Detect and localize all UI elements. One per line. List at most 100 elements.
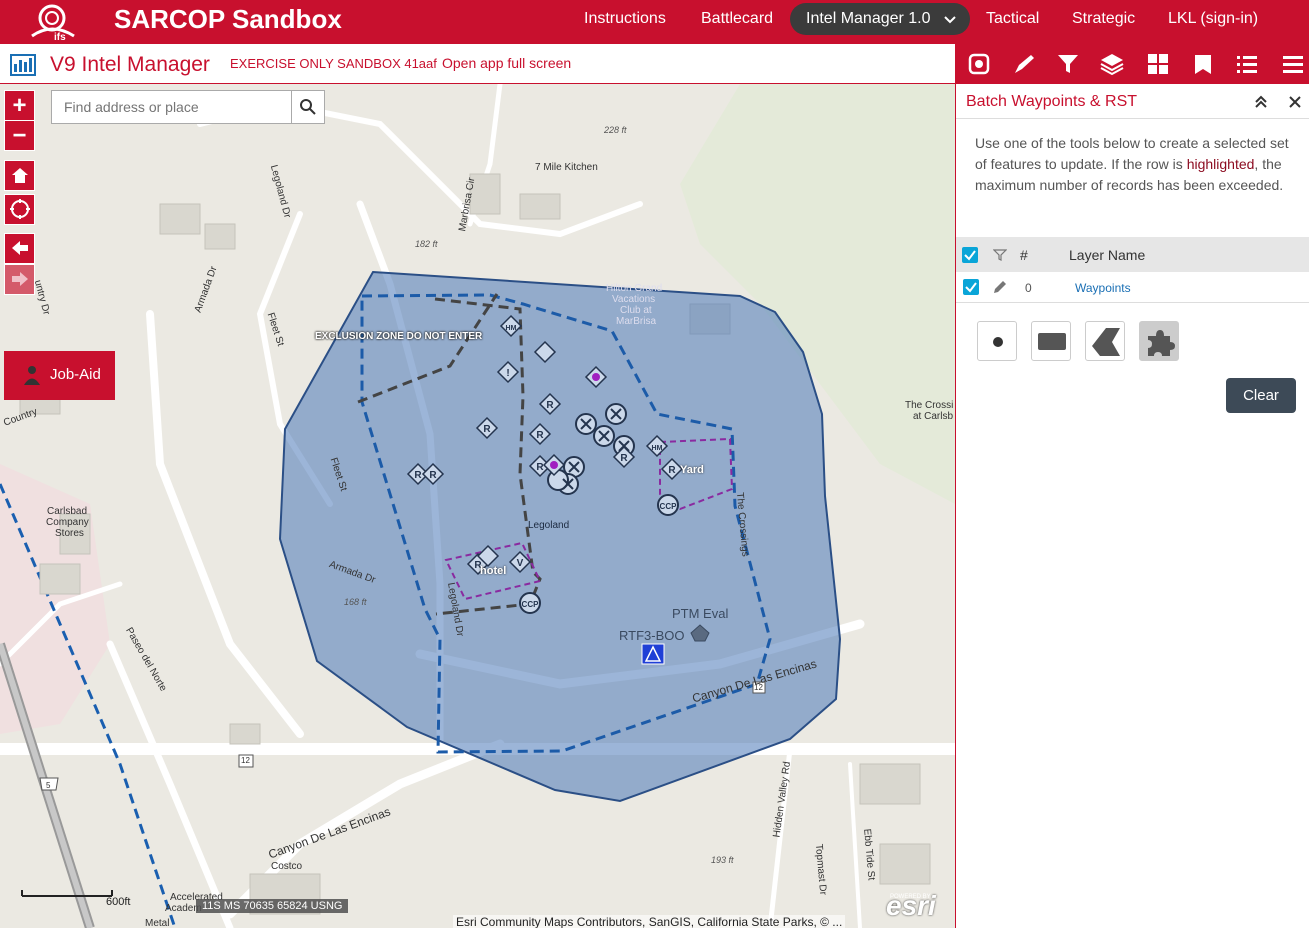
panel-description: Use one of the tools below to create a s…: [975, 133, 1295, 196]
rectangle-select-tool[interactable]: [1031, 321, 1071, 361]
home-button[interactable]: [4, 160, 35, 191]
svg-text:ifs: ifs: [54, 32, 66, 42]
route-5-shield: 5: [46, 781, 51, 790]
zoom-out-button[interactable]: −: [4, 120, 35, 151]
map-view[interactable]: RRR RRR R! R RV HM HM CCP CCP 7 Mile Kitche…: [0, 84, 955, 928]
panel-description-highlight: highlighted: [1186, 156, 1255, 172]
point-icon: [993, 337, 1003, 347]
row-layer-name[interactable]: Waypoints: [1075, 281, 1131, 295]
nav-instructions[interactable]: Instructions: [584, 3, 666, 35]
batch-waypoints-panel: Batch Waypoints & RST Use one of the too…: [955, 84, 1309, 928]
clear-button[interactable]: Clear: [1226, 378, 1296, 413]
map-label-yard: Yard: [680, 464, 704, 476]
map-label-hilton-1: Hilton Grand: [606, 283, 663, 294]
svg-text:R: R: [429, 470, 437, 481]
sketch-icon[interactable]: [1011, 51, 1037, 77]
dashboard-icon: [10, 54, 36, 76]
elevation-228: 228 ft: [604, 125, 627, 135]
map-label-carlsbad-3: Stores: [55, 528, 84, 539]
svg-text:R: R: [536, 430, 544, 441]
route-12-shield-a: 12: [754, 683, 763, 692]
layer-table-header: # Layer Name: [956, 237, 1309, 272]
map-basemap: RRR R RR R!R RV HMHM CCPCCP: [0, 84, 955, 928]
nav-lkl[interactable]: LKL (sign-in): [1168, 3, 1258, 35]
pencil-icon[interactable]: [993, 280, 1007, 294]
top-bar: ifs SARCOP Sandbox Instructions Battleca…: [0, 0, 1309, 44]
check-icon: [965, 282, 977, 293]
search-button[interactable]: [291, 91, 324, 123]
menu-icon[interactable]: [1280, 51, 1306, 77]
previous-extent-button[interactable]: [4, 233, 35, 264]
map-label-legoland: Legoland: [528, 520, 570, 531]
check-icon: [964, 250, 976, 261]
map-label-hotel: hotel: [480, 565, 507, 577]
map-label-rtf3-boo: RTF3-BOO: [619, 628, 685, 643]
map-label-carlsbad-1: Carlsbad: [47, 506, 88, 517]
svg-text:V: V: [517, 558, 524, 569]
legend-list-icon[interactable]: [1234, 51, 1260, 77]
filter-icon[interactable]: [1055, 51, 1081, 77]
collapse-icon[interactable]: [1254, 95, 1268, 109]
svg-text:R: R: [483, 424, 491, 435]
open-fullscreen-link[interactable]: Open app full screen: [442, 55, 571, 71]
svg-text:HM: HM: [652, 445, 663, 452]
panel-header: Batch Waypoints & RST: [956, 84, 1309, 119]
select-all-checkbox[interactable]: [962, 247, 978, 263]
map-label-7-mile-kitchen: 7 Mile Kitchen: [535, 162, 598, 173]
nav-tactical[interactable]: Tactical: [986, 3, 1039, 35]
panel-title: Batch Waypoints & RST: [966, 93, 1138, 110]
exercise-label: EXERCISE ONLY SANDBOX 41aaf: [230, 56, 437, 71]
point-select-tool[interactable]: [977, 321, 1017, 361]
map-label-hilton-2: Vacations: [612, 294, 656, 305]
map-label-ptm-eval: PTM Eval: [672, 606, 729, 621]
zoom-in-button[interactable]: +: [4, 90, 35, 121]
map-label-crossings-1: The Crossi: [905, 400, 954, 411]
column-layer-header: Layer Name: [1069, 247, 1146, 263]
polygon-icon: [1092, 328, 1120, 356]
search-input[interactable]: [52, 91, 292, 123]
svg-text:R: R: [668, 465, 676, 476]
elevation-168: 168 ft: [344, 597, 367, 607]
map-label-metal: Metal: [145, 918, 170, 928]
map-label-hilton-3: Club at: [620, 305, 652, 316]
polygon-select-tool[interactable]: [1085, 321, 1125, 361]
arrow-left-icon: [11, 241, 28, 255]
layers-icon[interactable]: [1099, 51, 1125, 77]
svg-text:CCP: CCP: [522, 600, 540, 609]
column-count-header: #: [1020, 247, 1028, 263]
search-icon: [300, 99, 316, 115]
route-12-shield-b: 12: [241, 756, 250, 765]
coordinates-readout: 11S MS 70635 65824 USNG: [196, 899, 349, 913]
next-extent-button[interactable]: [4, 264, 35, 295]
locate-icon: [9, 199, 30, 219]
home-icon: [11, 168, 28, 183]
app-title: SARCOP Sandbox: [114, 4, 342, 34]
arrow-right-icon: [11, 272, 28, 286]
nav-strategic[interactable]: Strategic: [1072, 3, 1135, 35]
sarcop-logo-icon: ifs: [31, 4, 75, 42]
nav-battlecard[interactable]: Battlecard: [701, 3, 773, 35]
map-label-carlsbad-2: Company: [46, 517, 89, 528]
row-checkbox[interactable]: [963, 279, 979, 295]
chevron-down-icon: [944, 16, 956, 24]
elevation-182: 182 ft: [415, 239, 438, 249]
svg-text:R: R: [620, 453, 628, 464]
locate-button[interactable]: [4, 194, 35, 225]
grid-icon[interactable]: [1145, 51, 1171, 77]
bookmark-icon[interactable]: [1190, 51, 1216, 77]
map-attribution: Esri Community Maps Contributors, SanGIS…: [453, 915, 846, 928]
map-label-crossings-2: at Carlsb: [913, 411, 954, 422]
svg-text:R: R: [536, 462, 544, 473]
map-label-hilton-4: MarBrisa: [616, 316, 657, 327]
filter-column-icon: [993, 249, 1007, 261]
svg-text:CCP: CCP: [660, 502, 678, 511]
job-aid-button[interactable]: Job-Aid: [4, 351, 115, 400]
freehand-select-tool[interactable]: [1139, 321, 1179, 361]
batch-edit-icon[interactable]: [966, 51, 992, 77]
table-row[interactable]: 0 Waypoints: [956, 272, 1309, 303]
scale-bar-label: 600ft: [106, 896, 131, 908]
rectangle-icon: [1038, 333, 1066, 350]
nav-intel-manager[interactable]: Intel Manager 1.0: [790, 3, 970, 35]
close-icon[interactable]: [1289, 96, 1301, 108]
svg-text:R: R: [414, 470, 422, 481]
